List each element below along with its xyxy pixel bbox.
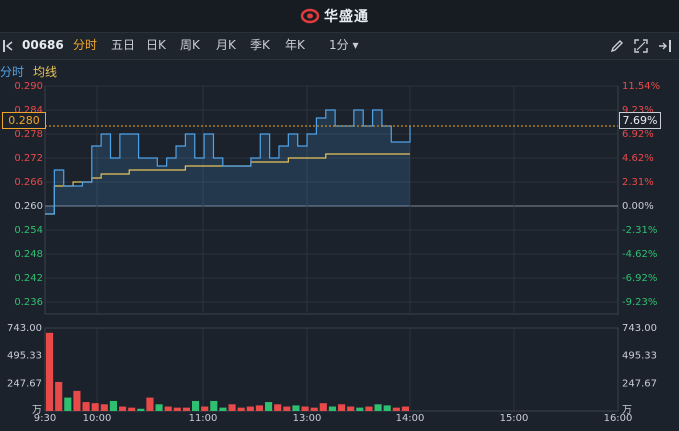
time-tick-label: 10:00	[83, 413, 112, 424]
volume-bar	[173, 407, 181, 411]
volume-bars	[46, 332, 409, 411]
app-title: 华盛通	[324, 9, 369, 25]
volume-bar	[146, 397, 154, 411]
collapse-icon[interactable]	[2, 39, 14, 53]
price-tick-label: 0.236	[14, 297, 43, 308]
volume-bar	[338, 404, 346, 411]
volume-bar	[137, 408, 145, 411]
volume-tick-label-right: 495.33	[622, 351, 657, 362]
pct-tick-label: -9.23%	[622, 297, 657, 308]
legend-avg-line: 均线	[33, 65, 58, 79]
legend-price-line: 分时	[0, 65, 25, 79]
volume-bar	[328, 406, 336, 411]
volume-bar	[46, 332, 54, 411]
volume-bar	[319, 403, 327, 411]
pct-tick-label: 4.62%	[622, 153, 654, 164]
tab-yearly-k[interactable]: 年K	[285, 37, 305, 53]
title-bar: 华盛通	[0, 0, 679, 33]
volume-tick-label-right: 247.67	[622, 378, 657, 389]
tab-monthly-k[interactable]: 月K	[216, 37, 236, 53]
intraday-chart[interactable]: 0.290 11.54%0.284 9.23%0.278 6.92%0.272 4.62…	[0, 80, 679, 431]
interval-dropdown[interactable]: 1分 ▾	[329, 37, 358, 53]
volume-bar	[274, 404, 282, 411]
volume-bar	[347, 406, 355, 411]
volume-bar	[210, 400, 218, 411]
price-tick-label: 0.290	[14, 81, 43, 92]
volume-bar	[310, 407, 318, 411]
volume-tick-label: 247.67	[7, 378, 42, 389]
price-tick-label: 0.278	[14, 129, 43, 140]
volume-tick-label: 495.33	[7, 351, 42, 362]
volume-bar	[73, 390, 81, 411]
pencil-icon[interactable]	[609, 38, 625, 54]
volume-bar	[283, 406, 291, 411]
volume-bar	[119, 406, 127, 411]
price-tick-label: 0.242	[14, 273, 43, 284]
current-pct-marker: 7.69%	[619, 112, 661, 129]
pct-tick-label: -2.31%	[622, 225, 657, 236]
stock-code: 00686	[22, 38, 64, 52]
volume-bar	[237, 407, 245, 411]
tab-daily-k[interactable]: 日K	[146, 37, 166, 53]
price-tick-label: 0.254	[14, 225, 43, 236]
volume-bar	[401, 406, 409, 411]
volume-bar	[128, 407, 136, 411]
volume-bar	[265, 402, 273, 411]
tab-five-day[interactable]: 五日	[111, 37, 135, 53]
exit-icon[interactable]	[657, 38, 673, 54]
toolbar: 00686 分时 五日 日K 周K 月K 季K 年K 1分 ▾	[0, 33, 679, 60]
volume-bar	[255, 405, 263, 411]
volume-bar	[201, 406, 209, 411]
volume-bar	[246, 406, 254, 411]
pct-tick-label: 11.54%	[622, 81, 660, 92]
volume-bar	[392, 407, 400, 411]
volume-bar	[64, 397, 72, 411]
current-price-marker: 0.280	[2, 112, 46, 129]
price-tick-label: 0.248	[14, 249, 43, 260]
volume-bar	[155, 404, 163, 411]
volume-tick-label: 743.00	[7, 323, 42, 334]
volume-bar	[100, 404, 108, 411]
pct-tick-label: 6.92%	[622, 129, 654, 140]
price-area-fill	[45, 110, 410, 214]
volume-bar	[228, 404, 236, 411]
time-tick-label: 14:00	[396, 413, 425, 424]
price-tick-label: 0.260	[14, 201, 43, 212]
volume-bar	[55, 381, 63, 411]
logo-icon	[300, 8, 320, 24]
volume-tick-label-right: 万	[622, 405, 632, 416]
volume-bar	[219, 407, 227, 411]
volume-bar	[301, 406, 309, 411]
volume-bar	[374, 404, 382, 411]
volume-bar	[383, 405, 391, 411]
pct-tick-label: -6.92%	[622, 273, 657, 284]
time-tick-label: 13:00	[293, 413, 322, 424]
price-tick-label: 0.266	[14, 177, 43, 188]
volume-bar	[82, 402, 90, 411]
volume-tick-label-right: 743.00	[622, 323, 657, 334]
fullscreen-icon[interactable]	[633, 38, 649, 54]
app-logo: 华盛通	[300, 6, 369, 26]
price-area	[45, 110, 410, 214]
volume-bar	[164, 406, 172, 411]
volume-bar	[292, 405, 300, 411]
pct-tick-label: 2.31%	[622, 177, 654, 188]
legend: 分时 均线	[0, 60, 679, 80]
volume-bar	[91, 403, 99, 411]
volume-bar	[182, 407, 190, 411]
volume-bar	[109, 400, 117, 411]
tab-intraday[interactable]: 分时	[73, 37, 97, 53]
price-tick-label: 0.272	[14, 153, 43, 164]
volume-bar	[365, 406, 373, 411]
volume-bar	[192, 400, 200, 411]
time-tick-label: 15:00	[500, 413, 529, 424]
tab-quarterly-k[interactable]: 季K	[250, 37, 270, 53]
pct-tick-label: 0.00%	[622, 201, 654, 212]
pct-tick-label: -4.62%	[622, 249, 657, 260]
volume-bar	[356, 407, 364, 411]
tab-weekly-k[interactable]: 周K	[180, 37, 200, 53]
volume-tick-label: 万	[32, 405, 42, 416]
volume-panel-border	[44, 327, 619, 412]
time-tick-label: 11:00	[189, 413, 218, 424]
